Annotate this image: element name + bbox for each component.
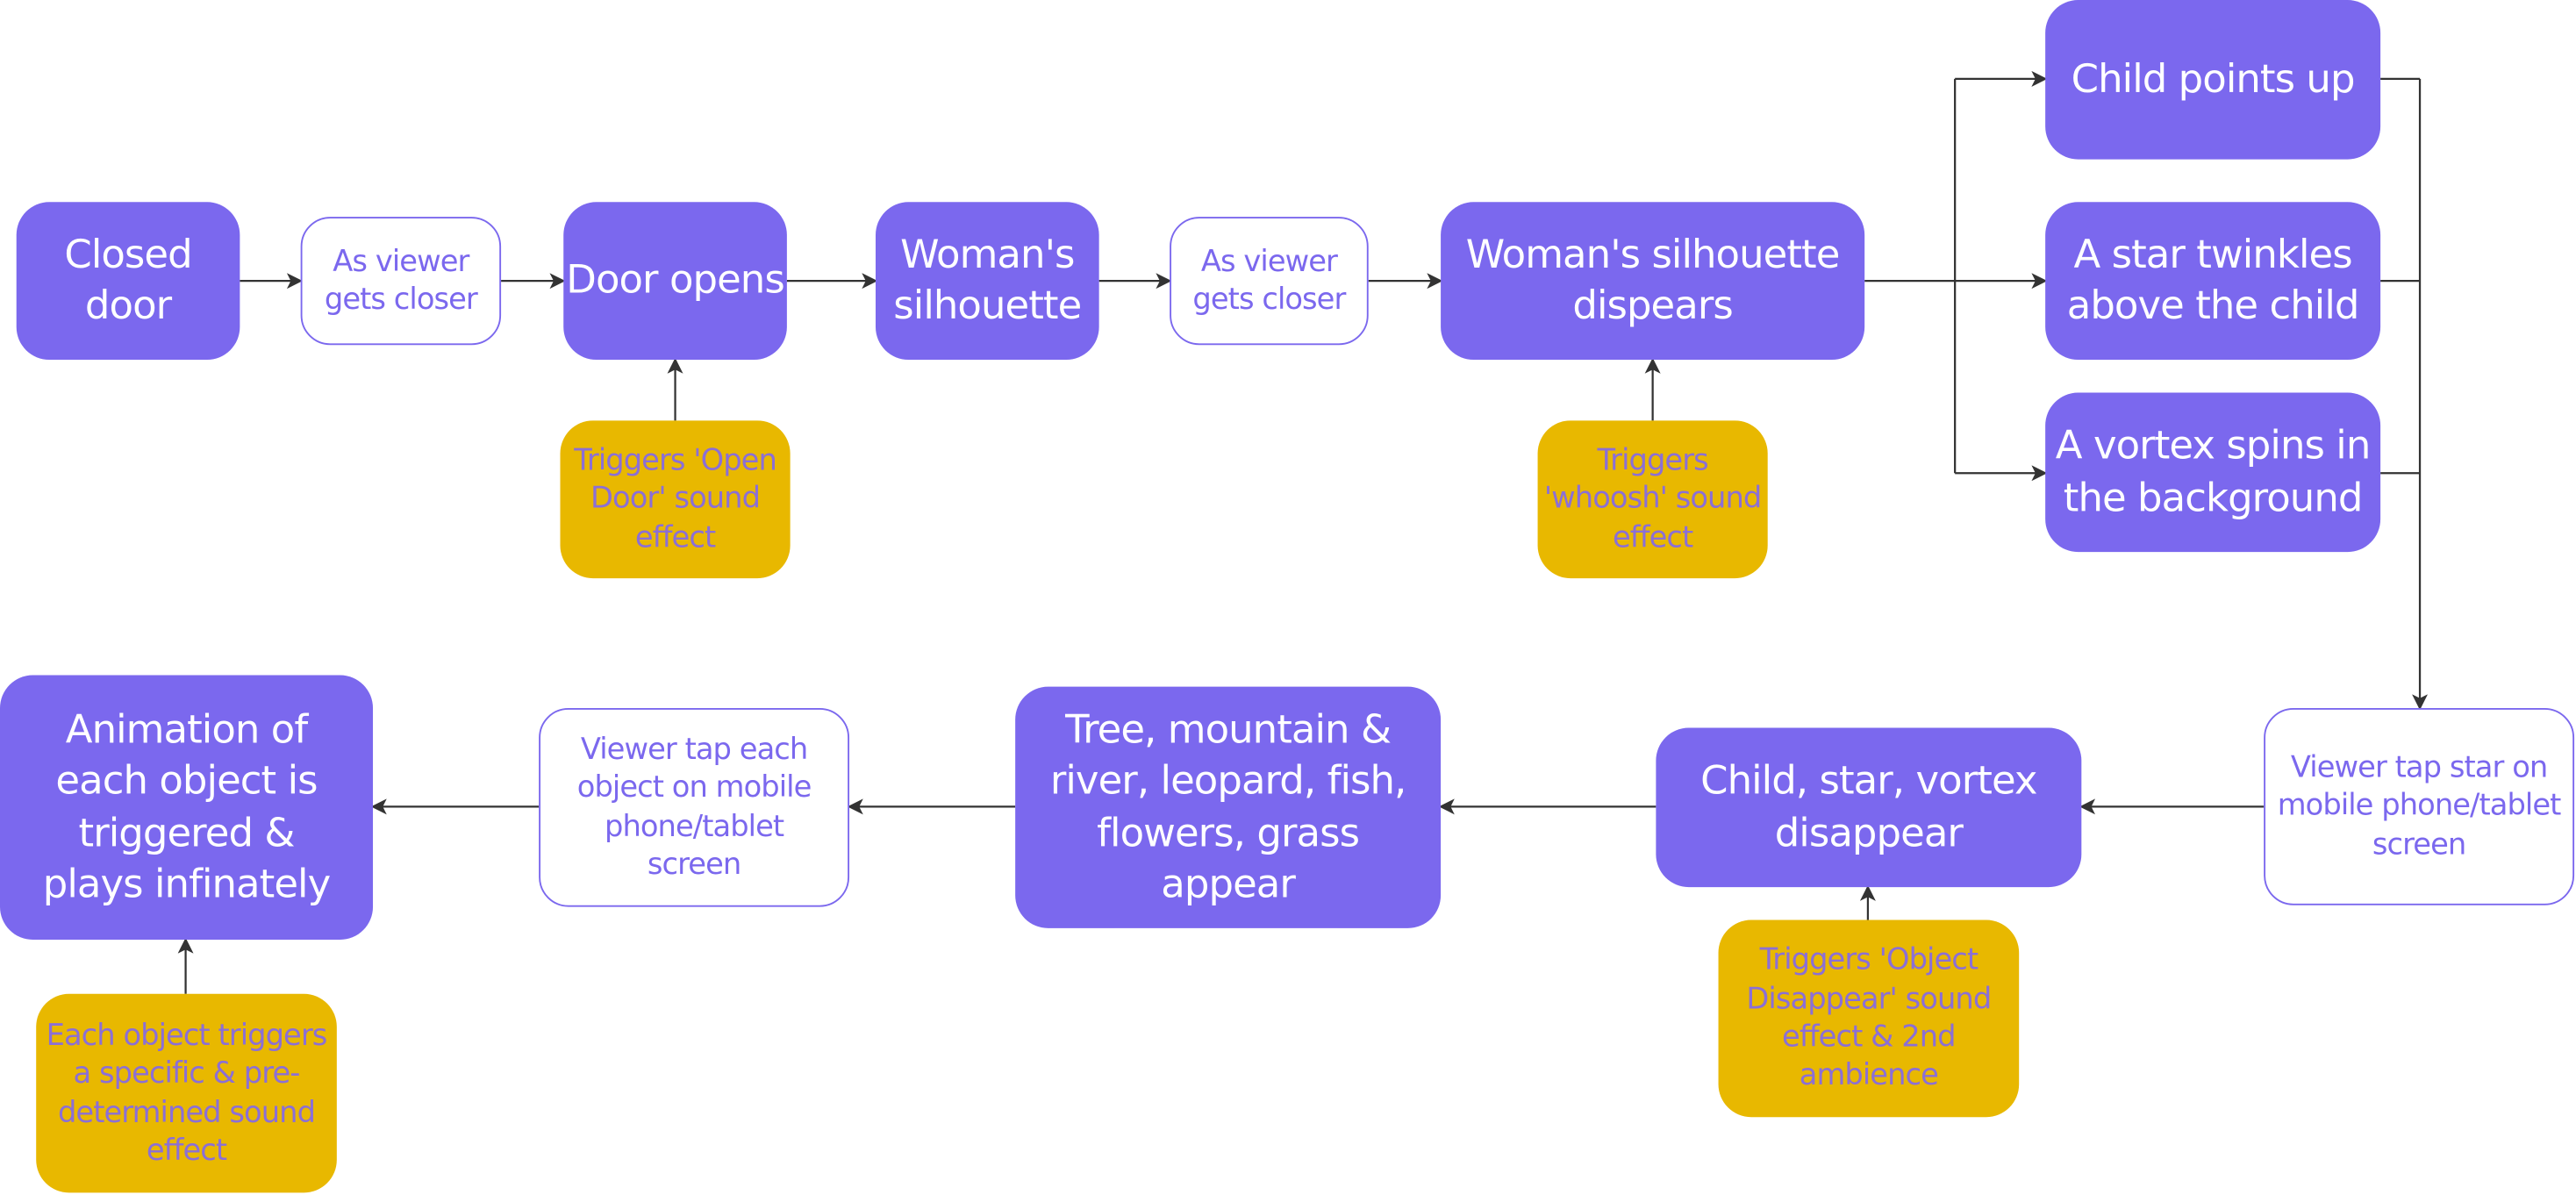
node-objects-appear: Tree, mountain & river, leopard, fish, f… [1015,686,1442,928]
node-label: Woman's silhouette [893,231,1082,329]
flowchart: Closed door As viewer gets closer Door o… [0,0,2576,1194]
node-door-opens: Door opens [563,202,787,361]
node-specific-sound: Each object triggers a specific & pre-de… [36,993,337,1193]
node-label: Triggers 'Object Disappear' sound effect… [1746,943,1992,1093]
node-label: Tree, mountain & river, leopard, fish, f… [1049,706,1406,906]
node-label: A star twinkles above the child [2066,231,2360,329]
node-womans-silhouette: Woman's silhouette [875,202,1099,361]
node-label: Door opens [566,256,784,304]
node-label: Triggers 'Open Door' sound effect [574,443,777,555]
node-label: Each object triggers a specific & pre-de… [46,1018,328,1169]
node-label: As viewer gets closer [324,244,478,318]
node-silhouette-dispears: Woman's silhouette dispears [1441,202,1865,361]
node-label: Woman's silhouette dispears [1465,231,1841,329]
connectors [177,70,2429,994]
node-animation-triggered: Animation of each object is triggered & … [0,675,374,941]
node-label: Viewer tap star on mobile phone/tablet s… [2277,750,2562,862]
node-gets-closer-2: As viewer gets closer [1170,217,1369,346]
node-open-door-sound: Triggers 'Open Door' sound effect [560,420,791,579]
node-vortex-spins: A vortex spins in the background [2045,392,2381,553]
node-label: Closed door [64,231,192,329]
node-label: A vortex spins in the background [2055,422,2372,520]
node-label: Animation of each object is triggered & … [42,706,331,906]
node-label: Child points up [2071,55,2356,102]
node-child-star-vortex-disappear: Child, star, vortex disappear [1656,727,2082,888]
node-label: Viewer tap each object on mobile phone/t… [576,732,812,883]
node-tap-star: Viewer tap star on mobile phone/tablet s… [2264,708,2575,905]
node-closed-door: Closed door [16,202,240,361]
node-tap-each-object: Viewer tap each object on mobile phone/t… [539,708,850,907]
node-whoosh-sound: Triggers 'whoosh' sound effect [1537,420,1768,579]
node-star-twinkles: A star twinkles above the child [2045,202,2381,361]
node-label: As viewer gets closer [1192,244,1346,318]
node-gets-closer-1: As viewer gets closer [300,217,502,346]
node-object-disappear-sound: Triggers 'Object Disappear' sound effect… [1718,920,2020,1118]
node-child-points-up: Child points up [2045,0,2381,160]
node-label: Child, star, vortex disappear [1700,757,2037,855]
node-label: Triggers 'whoosh' sound effect [1543,443,1762,555]
